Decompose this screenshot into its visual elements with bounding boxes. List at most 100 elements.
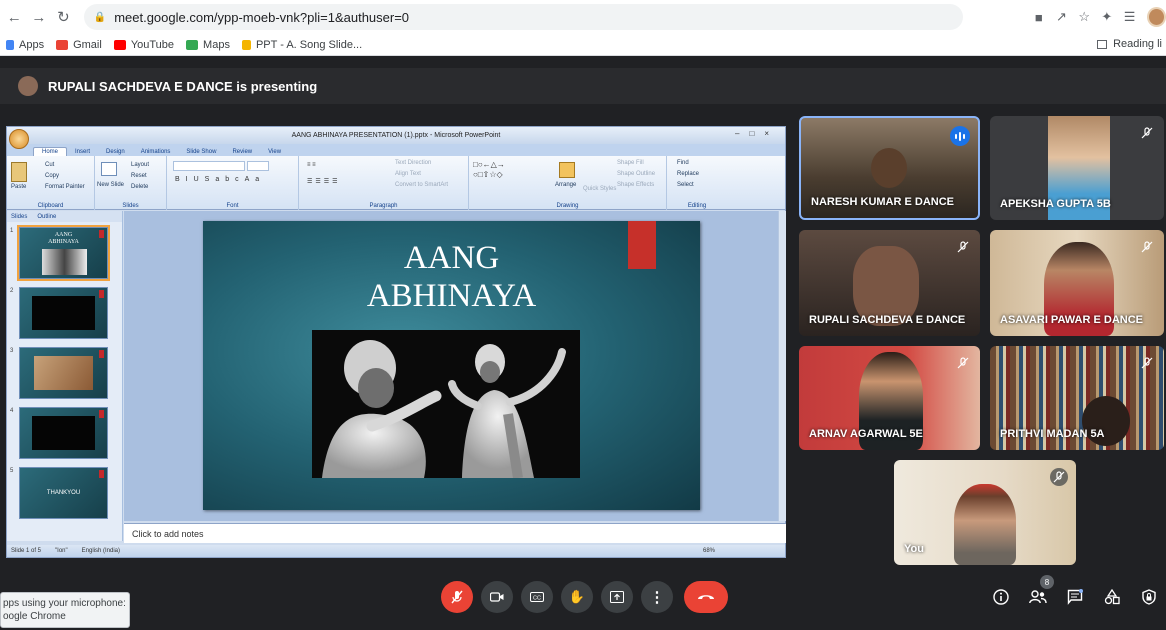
leave-call-button[interactable] [684,581,728,613]
meeting-details-icon[interactable] [989,585,1013,609]
address-bar[interactable]: 🔒 meet.google.com/ypp-moeb-vnk?pli=1&aut… [83,4,964,30]
camera-in-use-icon[interactable]: ■ [1027,5,1050,29]
slide-thumb-4[interactable]: 4 [10,407,108,459]
slide-title[interactable]: AANG ABHINAYA [203,239,700,315]
shapes-gallery[interactable]: □○←△→ ○□⇧☆◇ [473,160,505,180]
participant-name: APEKSHA GUPTA 5B [1000,198,1111,210]
more-options-button[interactable]: ⋮ [641,581,673,613]
align-icons[interactable]: ☰☰☰☰ [307,178,341,185]
delete-button[interactable]: Delete [131,184,148,190]
ppt-tab-view[interactable]: View [260,148,289,156]
media-control-icon[interactable]: ☰ [1118,5,1141,29]
bookmark-star-icon[interactable]: ☆ [1073,5,1096,29]
url-text: meet.google.com/ypp-moeb-vnk?pli=1&authu… [114,9,410,25]
ppt-tab-slideshow[interactable]: Slide Show [178,148,224,156]
office-button-icon[interactable] [9,129,29,149]
ppt-tab-design[interactable]: Design [98,148,133,156]
presenter-avatar [18,76,38,96]
shape-outline-button[interactable]: Shape Outline [617,171,655,177]
select-button[interactable]: Select [677,182,694,188]
ppt-tab-home[interactable]: Home [33,147,68,156]
smartart-button[interactable]: Convert to SmartArt [395,182,448,188]
new-slide-button[interactable]: New Slide [97,182,124,188]
participant-tile-asavari[interactable]: ASAVARI PAWAR E DANCE [990,230,1164,336]
panel-tab-outline[interactable]: Outline [37,214,56,220]
forward-icon[interactable]: → [27,4,52,30]
window-controls[interactable]: –□× [735,129,779,138]
bullets-icon[interactable]: ≡ ≡ [307,162,316,168]
notes-pane[interactable]: Click to add notes [124,523,786,543]
lock-icon[interactable]: 🔒 [94,12,106,23]
thumb-number: 4 [10,408,14,414]
ppt-tab-animations[interactable]: Animations [133,148,179,156]
bookmarks-bar: Apps Gmail YouTube Maps PPT - A. Song Sl… [0,34,1166,56]
slide-thumb-2[interactable]: 2 [10,287,108,339]
slide-thumb-3[interactable]: 3 [10,347,108,399]
ppt-tab-review[interactable]: Review [224,148,260,156]
paste-icon[interactable] [11,162,27,182]
slide-thumb-1[interactable]: 1 AANG ABHINAYA [10,225,110,281]
ribbon-group-slides: New Slide Layout Reset Delete Slides [95,156,167,210]
participant-video [871,148,907,188]
format-painter-button[interactable]: Format Painter [45,184,85,190]
find-button[interactable]: Find [677,160,689,166]
participant-tile-arnav[interactable]: ARNAV AGARWAL 5E [799,346,980,450]
bookmark-ppt[interactable]: PPT - A. Song Slide... [241,39,362,51]
quick-styles-button[interactable]: Quick Styles [583,186,616,192]
participant-tile-prithvi[interactable]: PRITHVI MADAN 5A [990,346,1164,450]
slide-thumb-5[interactable]: 5 THANKYOU [10,467,108,519]
font-size-field[interactable] [247,161,269,171]
arrange-button[interactable]: Arrange [555,182,576,188]
svg-text:CC: CC [533,596,541,602]
status-zoom[interactable]: 68% [703,548,715,554]
ribbon-group-paragraph: ≡ ≡ ☰☰☰☰ Text Direction Align Text Conve… [299,156,469,210]
profile-avatar[interactable] [1146,7,1166,27]
captions-button[interactable]: CC [521,581,553,613]
slide-scrollbar[interactable] [778,211,786,521]
thumb-image [32,296,95,330]
mic-toggle-button[interactable] [441,581,473,613]
thumb-title: AANG ABHINAYA [20,232,107,246]
chat-icon[interactable] [1063,585,1087,609]
reading-list[interactable]: Reading li [1097,38,1162,50]
copy-button[interactable]: Copy [45,173,59,179]
text-direction-button[interactable]: Text Direction [395,160,431,166]
camera-toggle-button[interactable] [481,581,513,613]
thumb-number: 5 [10,468,14,474]
panel-tab-slides[interactable]: Slides [11,214,27,220]
extensions-icon[interactable]: ✦ [1096,5,1119,29]
layout-button[interactable]: Layout [131,162,149,168]
paste-button[interactable]: Paste [11,184,26,190]
participant-tile-naresh[interactable]: NARESH KUMAR E DANCE [799,116,980,220]
arrange-icon[interactable] [559,162,575,178]
shape-fill-button[interactable]: Shape Fill [617,160,644,166]
current-slide[interactable]: AANG ABHINAYA [203,221,700,510]
participant-tile-rupali[interactable]: RUPALI SACHDEVA E DANCE [799,230,980,336]
ppt-tab-insert[interactable]: Insert [67,148,98,156]
youtube-icon [113,39,126,50]
thumb-number: 3 [10,348,14,354]
bookmark-gmail[interactable]: Gmail [56,39,102,51]
participant-tile-self[interactable]: You [894,460,1076,565]
present-now-button[interactable] [601,581,633,613]
back-icon[interactable]: ← [2,4,27,30]
font-name-field[interactable] [173,161,245,171]
new-slide-icon[interactable] [101,162,117,176]
participant-tile-apeksha[interactable]: APEKSHA GUPTA 5B [990,116,1164,220]
raise-hand-button[interactable]: ✋ [561,581,593,613]
host-controls-icon[interactable] [1137,585,1161,609]
reload-icon[interactable]: ↻ [51,4,76,30]
share-icon[interactable]: ↗ [1050,5,1073,29]
align-text-button[interactable]: Align Text [395,171,421,177]
activities-icon[interactable] [1100,585,1124,609]
replace-button[interactable]: Replace [677,171,699,177]
bookmark-label: Maps [203,38,230,51]
reset-button[interactable]: Reset [131,173,147,179]
bookmark-maps[interactable]: Maps [186,39,230,51]
cut-button[interactable]: Cut [45,162,54,168]
shape-effects-button[interactable]: Shape Effects [617,182,654,188]
font-format-buttons[interactable]: BIUSabcAa [175,176,265,183]
bookmark-youtube[interactable]: YouTube [113,39,174,51]
slide-dancers-photo[interactable] [312,330,580,478]
bookmark-apps[interactable]: Apps [6,39,44,51]
